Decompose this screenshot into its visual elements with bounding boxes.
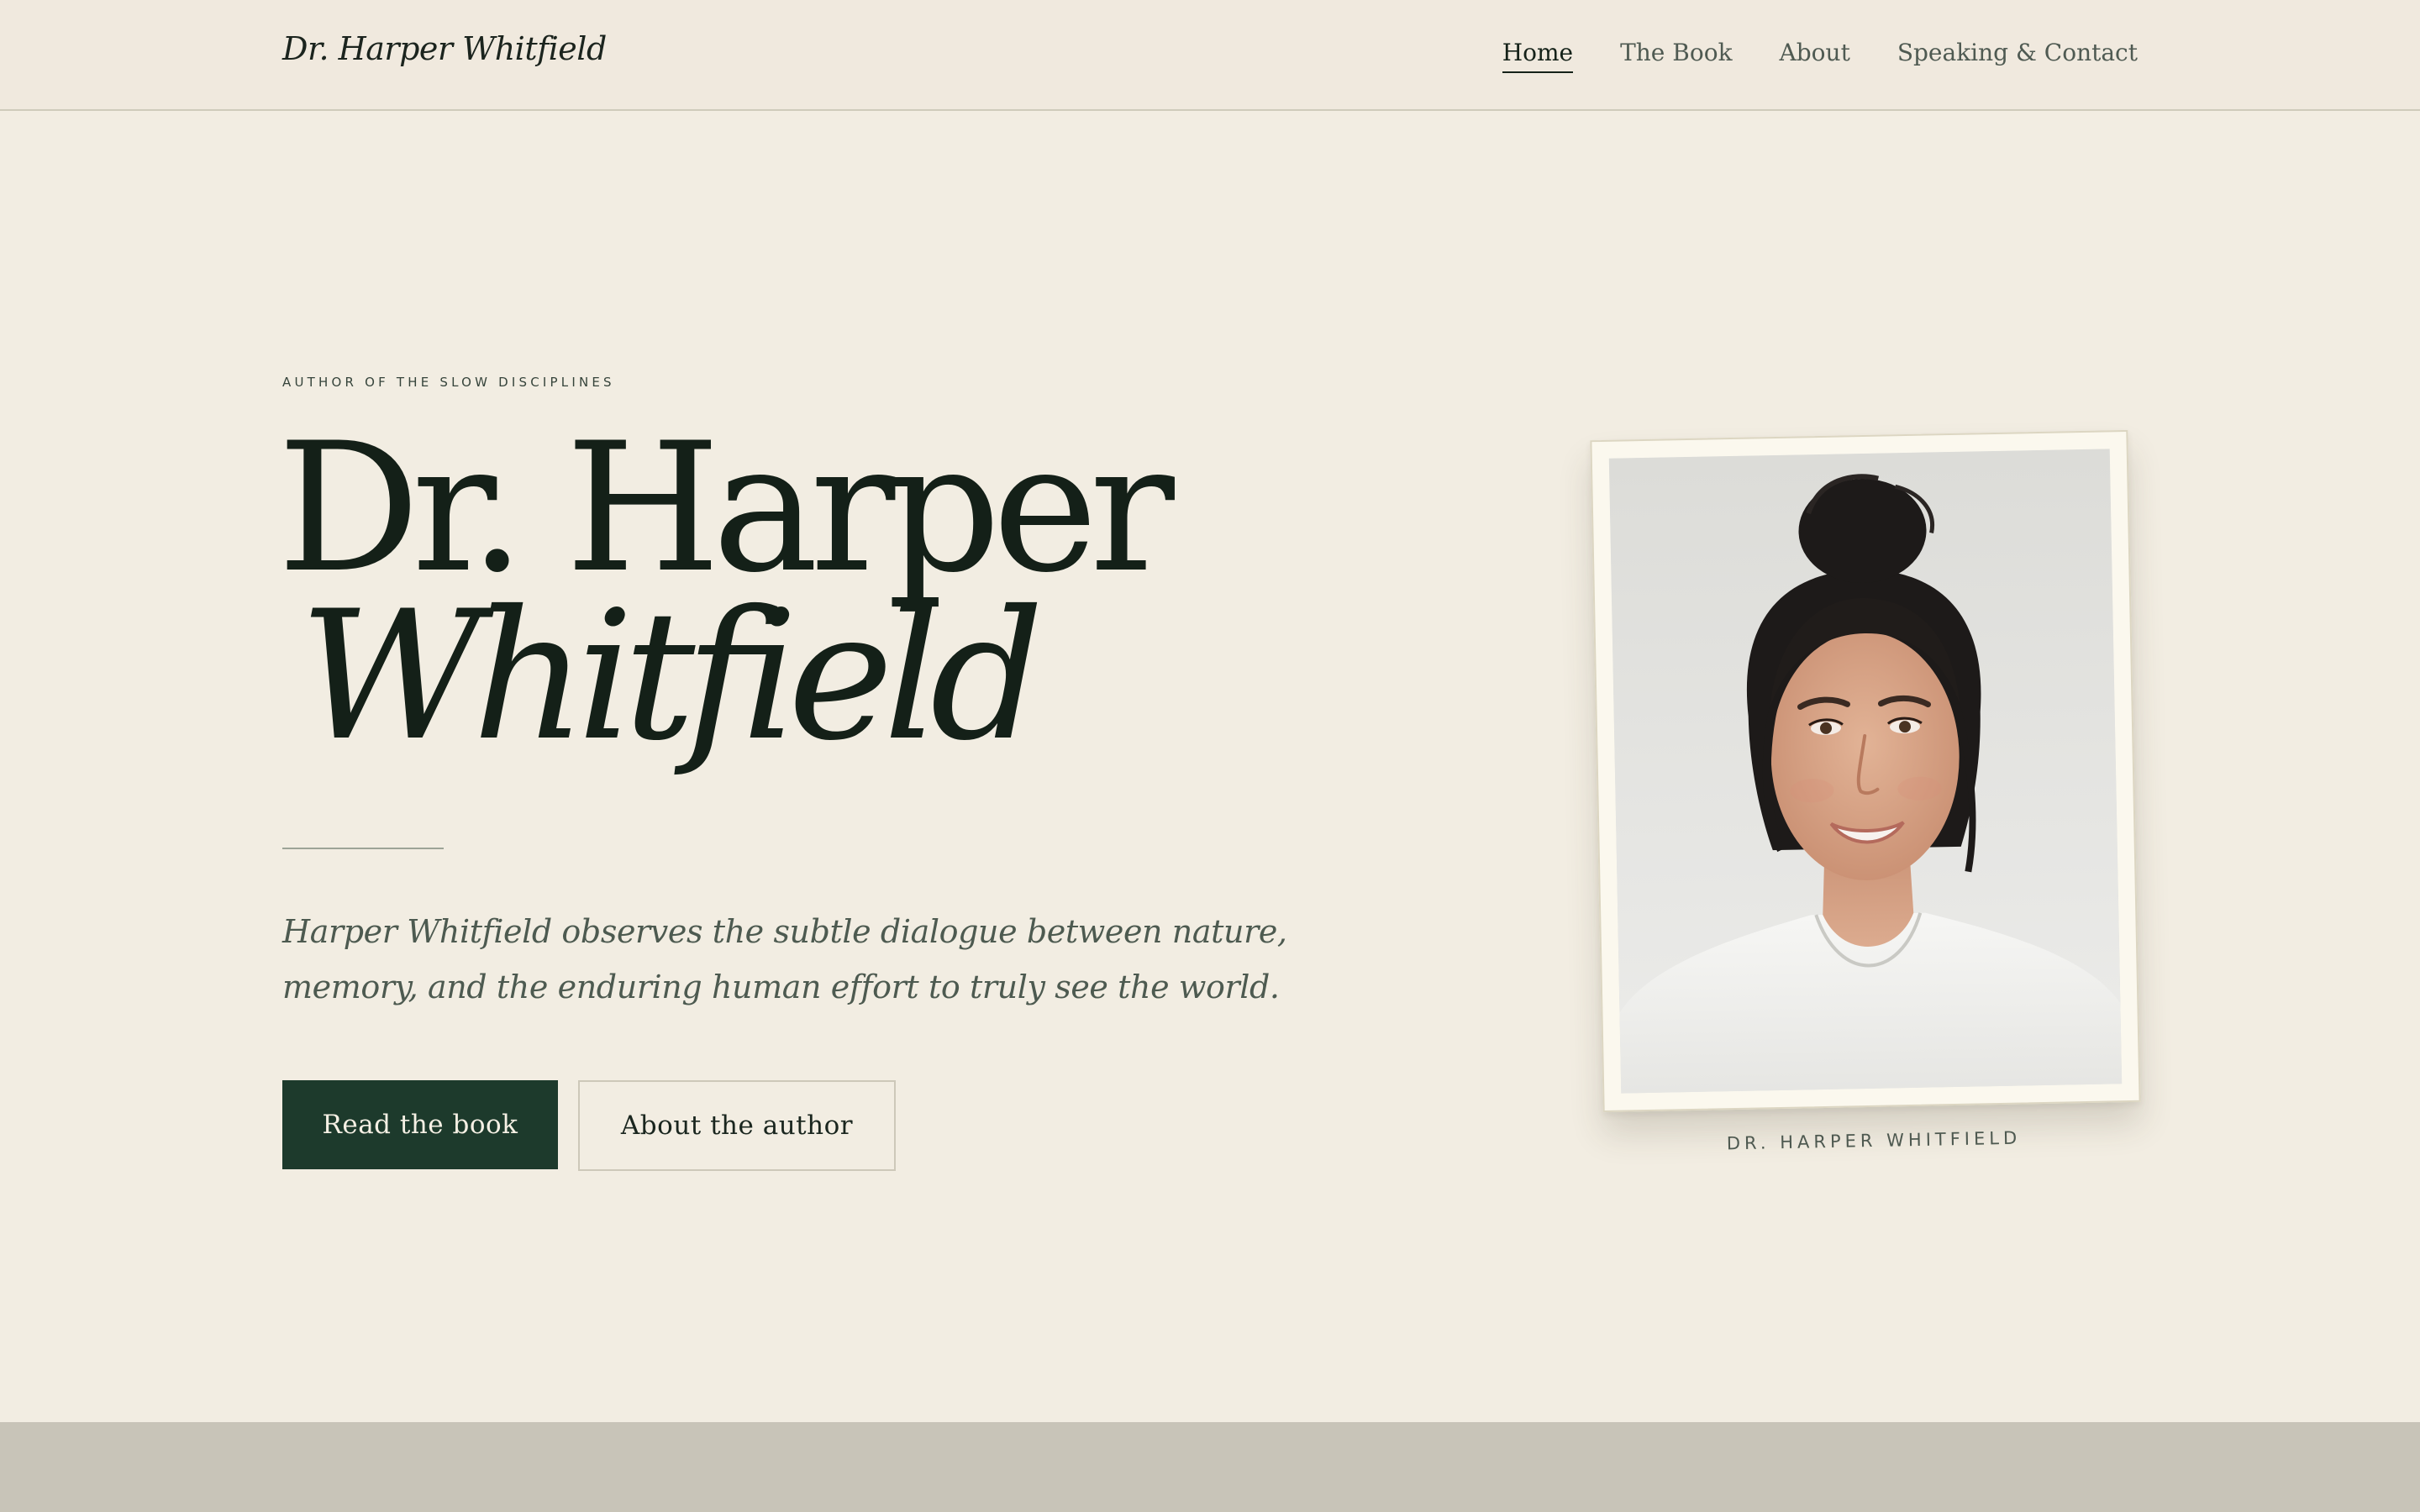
nav-link-home[interactable]: Home	[1502, 39, 1574, 73]
hero-title: Dr. Harper Whitfield	[277, 404, 1175, 780]
main-nav: Home The Book About Speaking & Contact	[1502, 39, 2138, 73]
site-header: Dr. Harper Whitfield Home The Book About…	[0, 0, 2420, 111]
hero-lede: Harper Whitfield observes the subtle dia…	[282, 913, 1287, 1005]
nav-link-speaking-contact[interactable]: Speaking & Contact	[1897, 39, 2138, 71]
about-the-author-button[interactable]: About the author	[578, 1080, 896, 1171]
nav-link-the-book[interactable]: The Book	[1620, 39, 1732, 71]
author-portrait-photo	[1608, 449, 2123, 1094]
next-section-band	[0, 1422, 2420, 1512]
brand-logo-text[interactable]: Dr. Harper Whitfield	[282, 30, 607, 67]
portrait-caption: DR. HARPER WHITFIELD	[1726, 1127, 2022, 1154]
read-the-book-button[interactable]: Read the book	[282, 1080, 558, 1169]
portrait-illustration	[1608, 449, 2123, 1094]
hero-divider	[282, 848, 444, 849]
nav-link-about[interactable]: About	[1780, 39, 1850, 71]
hero-title-line1: Dr. Harper	[277, 404, 1175, 612]
hero-eyebrow: AUTHOR OF THE SLOW DISCIPLINES	[282, 375, 615, 390]
hero-title-line2: Whitfield	[299, 572, 1044, 780]
portrait-frame	[1590, 429, 2141, 1113]
